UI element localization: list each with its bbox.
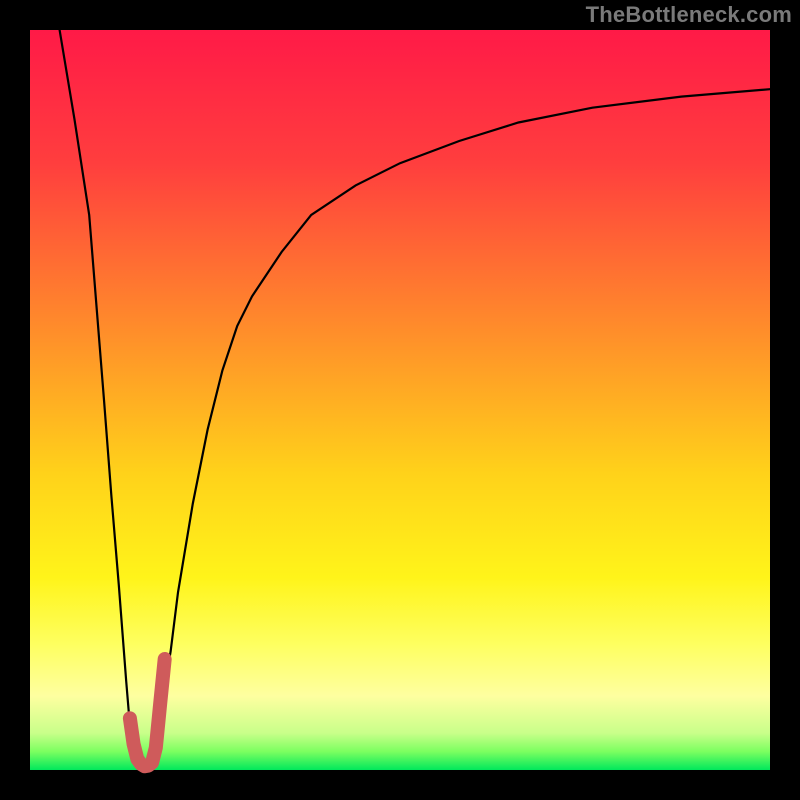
watermark-text: TheBottleneck.com bbox=[586, 2, 792, 28]
chart-svg bbox=[0, 0, 800, 800]
plot-area bbox=[30, 30, 770, 770]
chart-stage: TheBottleneck.com bbox=[0, 0, 800, 800]
